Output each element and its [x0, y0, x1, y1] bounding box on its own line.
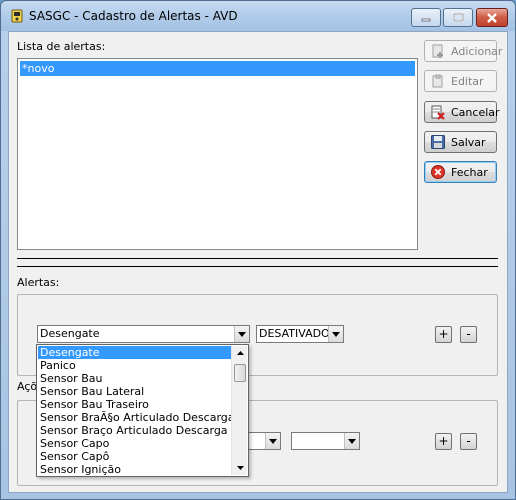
- fechar-button[interactable]: Fechar: [424, 161, 497, 183]
- sensor-combo[interactable]: Desengate: [37, 325, 250, 343]
- sensor-dropdown-list[interactable]: Desengate Panico Sensor Bau Sensor Bau L…: [36, 344, 249, 477]
- scroll-down-icon[interactable]: [232, 461, 248, 475]
- floppy-disk-icon: [431, 135, 445, 149]
- dropdown-option[interactable]: Sensor BraÃ§o Articulado Descarga: [38, 411, 235, 424]
- app-window: SASGC - Cadastro de Alertas - AVD Lista …: [0, 0, 516, 500]
- chevron-down-icon[interactable]: [234, 326, 249, 342]
- dropdown-option[interactable]: Panico: [38, 359, 231, 372]
- scrollbar-thumb[interactable]: [234, 364, 246, 382]
- divider-top: [17, 258, 498, 259]
- cancelar-label: Cancelar: [451, 105, 500, 119]
- maximize-icon: [452, 13, 464, 22]
- window-title: SASGC - Cadastro de Alertas - AVD: [29, 9, 238, 23]
- salvar-button[interactable]: Salvar: [424, 131, 497, 153]
- sensor-combo-value: Desengate: [40, 327, 100, 340]
- app-icon: [11, 9, 23, 23]
- chevron-down-icon[interactable]: [265, 433, 280, 449]
- close-icon: [487, 12, 497, 23]
- title-bar[interactable]: SASGC - Cadastro de Alertas - AVD: [1, 1, 515, 31]
- dropdown-option[interactable]: Sensor Braço Articulado Descarga: [38, 424, 231, 437]
- maximize-button[interactable]: [443, 8, 473, 27]
- add-acao-button[interactable]: +: [435, 433, 452, 450]
- divider-bottom: [17, 266, 498, 267]
- status-combo-value: DESATIVADO: [259, 327, 330, 340]
- add-document-icon: [432, 44, 443, 58]
- adicionar-button[interactable]: Adicionar: [424, 40, 502, 62]
- dropdown-scrollbar[interactable]: [231, 346, 247, 475]
- alertas-label: Alertas:: [17, 276, 60, 289]
- cancelar-button[interactable]: Cancelar: [424, 101, 500, 123]
- chevron-down-icon[interactable]: [328, 326, 343, 342]
- dropdown-option[interactable]: Sensor Bau Traseiro: [38, 398, 231, 411]
- remove-acao-button[interactable]: -: [460, 433, 477, 450]
- status-combo[interactable]: DESATIVADO: [256, 325, 344, 343]
- alert-list[interactable]: *novo: [17, 58, 418, 250]
- list-item[interactable]: *novo: [20, 61, 415, 76]
- dropdown-option[interactable]: Sensor Bau Lateral: [38, 385, 231, 398]
- dropdown-option[interactable]: Sensor Ignição: [38, 463, 231, 476]
- minimize-button[interactable]: [411, 8, 441, 27]
- cancel-document-icon: [431, 105, 445, 120]
- edit-document-icon: [432, 74, 443, 88]
- scroll-up-icon[interactable]: [232, 346, 248, 360]
- acoes-label: Açõ: [17, 380, 38, 393]
- dropdown-option[interactable]: Sensor Capô: [38, 450, 231, 463]
- salvar-label: Salvar: [451, 135, 486, 149]
- close-window-button[interactable]: [476, 8, 508, 27]
- remove-alert-button[interactable]: -: [460, 326, 477, 343]
- adicionar-label: Adicionar: [451, 44, 503, 58]
- lista-alertas-label: Lista de alertas:: [17, 40, 106, 53]
- minimize-icon: [421, 18, 431, 21]
- acao-combo-2[interactable]: [291, 432, 360, 450]
- chevron-down-icon[interactable]: [344, 433, 359, 449]
- dropdown-option[interactable]: Sensor Bau: [38, 372, 231, 385]
- editar-button[interactable]: Editar: [424, 70, 497, 92]
- close-circle-icon: [431, 165, 445, 179]
- editar-label: Editar: [451, 74, 484, 88]
- dropdown-option[interactable]: Sensor Capo: [38, 437, 231, 450]
- add-alert-button[interactable]: +: [435, 326, 452, 343]
- dropdown-option[interactable]: Desengate: [38, 346, 231, 359]
- fechar-label: Fechar: [451, 165, 488, 179]
